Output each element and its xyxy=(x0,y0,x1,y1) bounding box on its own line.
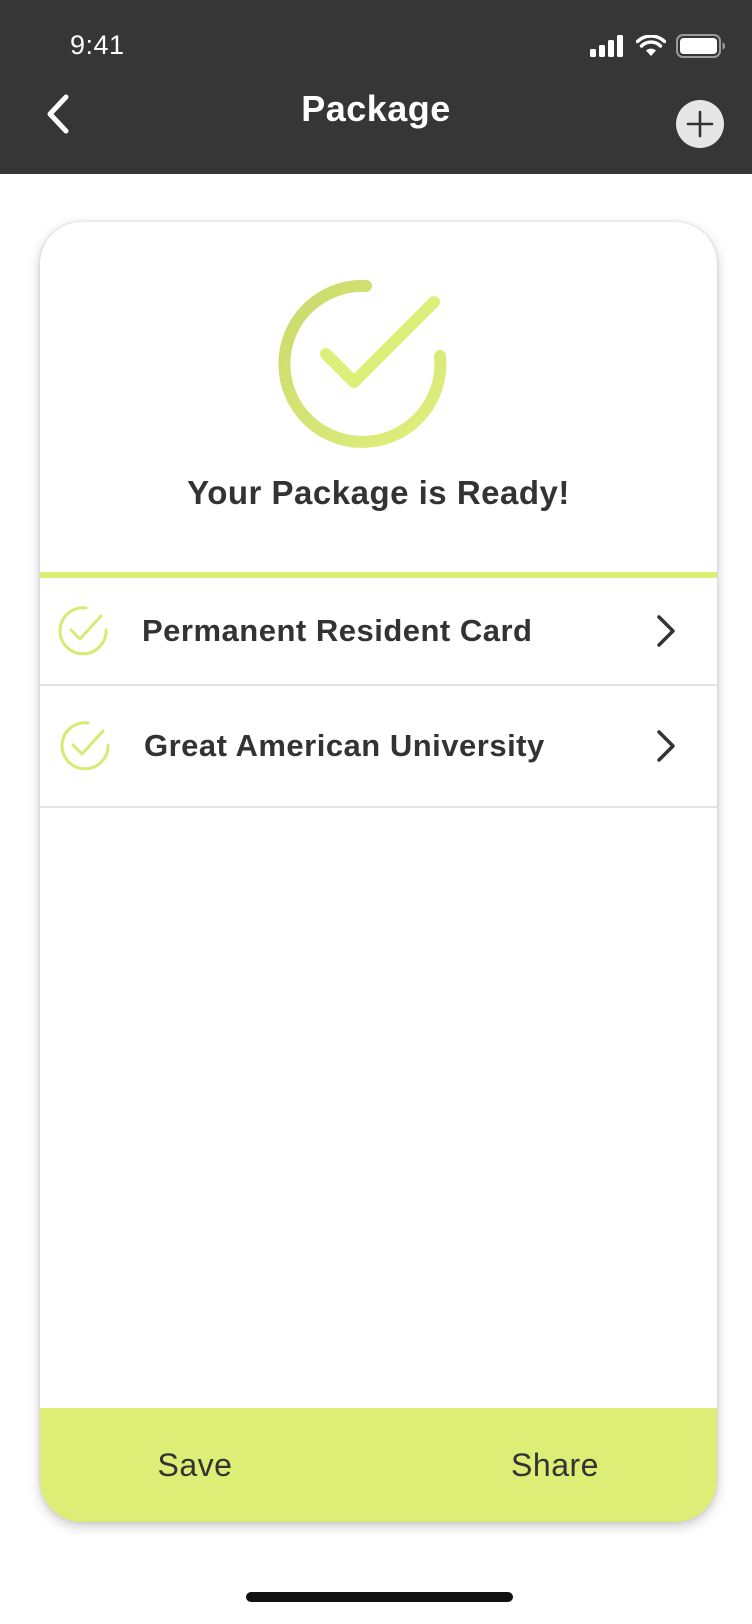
package-card: Your Package is Ready! Permanent Residen… xyxy=(40,222,717,1522)
app-header: 9:41 Package xyxy=(0,0,752,174)
check-circle-icon xyxy=(60,721,110,771)
share-button[interactable]: Share xyxy=(460,1408,650,1522)
chevron-right-icon xyxy=(657,730,675,762)
status-time: 9:41 xyxy=(70,30,125,60)
check-circle-icon xyxy=(278,279,447,448)
status-icons xyxy=(590,32,726,60)
chevron-right-icon xyxy=(657,615,675,647)
signal-icon xyxy=(590,35,623,57)
list-item-label: Great American University xyxy=(144,728,545,763)
plus-circle-icon xyxy=(686,110,714,138)
action-bar: Save Share xyxy=(40,1408,717,1522)
list-item-label: Permanent Resident Card xyxy=(142,613,533,648)
list-item-permanent-resident-card[interactable]: Permanent Resident Card xyxy=(40,578,717,686)
document-list: Permanent Resident Card Great American U… xyxy=(40,578,717,808)
save-button[interactable]: Save xyxy=(100,1408,290,1522)
battery-icon xyxy=(676,34,725,58)
add-button[interactable] xyxy=(676,100,724,148)
list-item-great-american-university[interactable]: Great American University xyxy=(40,686,717,808)
ready-title: Your Package is Ready! xyxy=(187,474,570,511)
wifi-icon xyxy=(636,35,666,56)
check-circle-icon xyxy=(58,606,108,656)
home-indicator[interactable] xyxy=(246,1592,513,1602)
page-title: Package xyxy=(301,88,451,129)
